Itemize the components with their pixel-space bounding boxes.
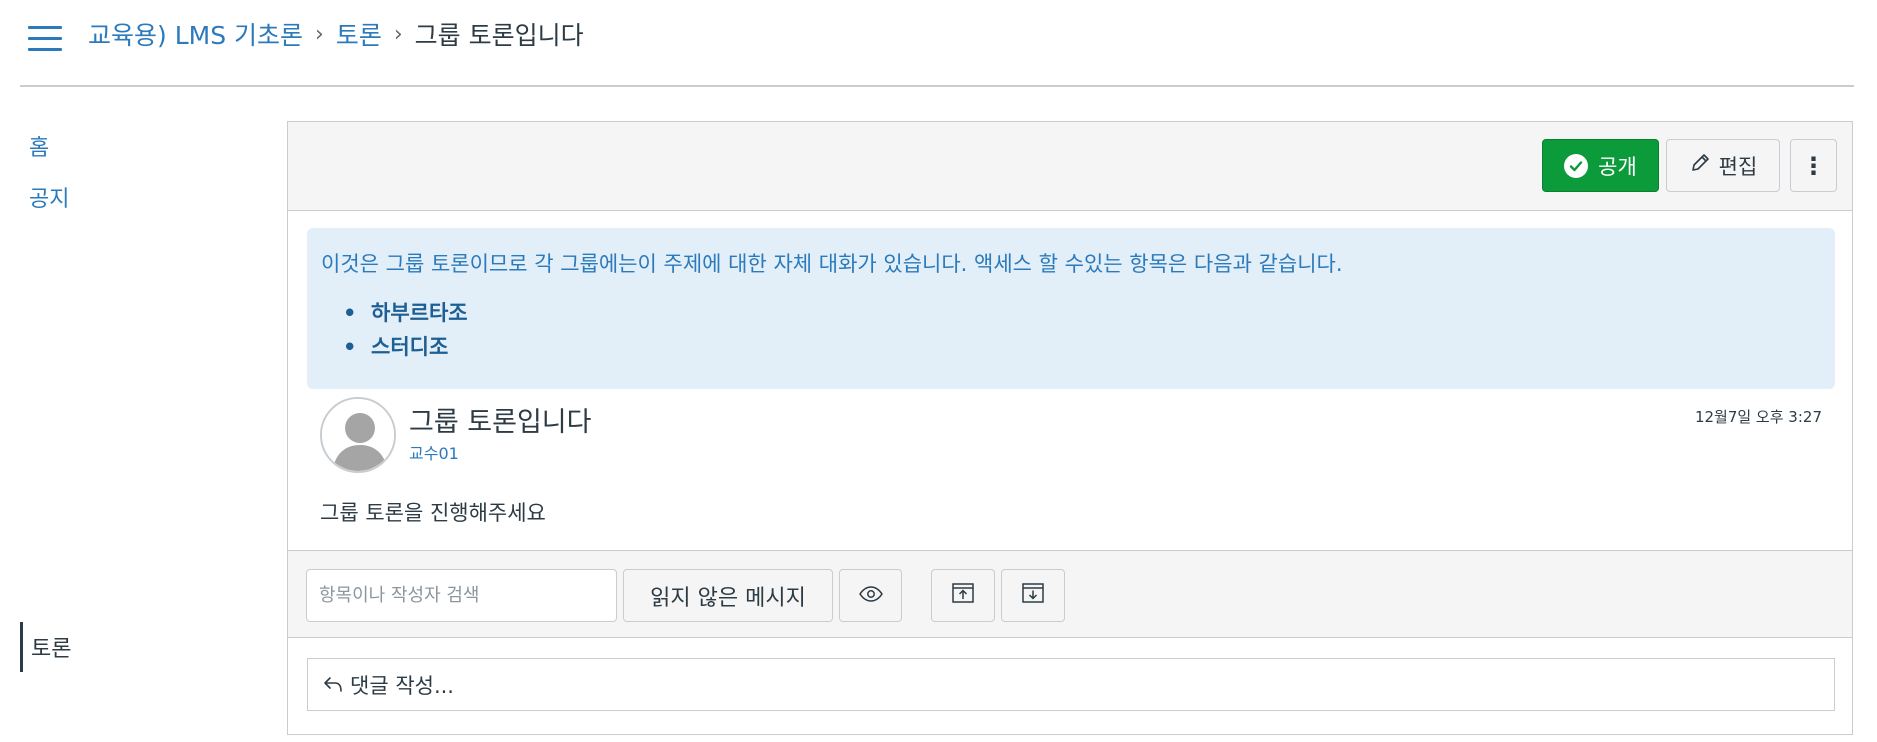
group-list: 하부르타조 스터디조 bbox=[321, 296, 1821, 364]
post-title: 그룹 토론입니다 bbox=[409, 407, 592, 438]
post-date: 12월7일 오후 3:27 bbox=[1694, 408, 1822, 426]
search-entries-input[interactable] bbox=[306, 569, 617, 622]
discussion-toolbar: 공개 편집 ⋮ bbox=[288, 122, 1852, 211]
expand-icon bbox=[1021, 582, 1045, 609]
hamburger-menu-icon[interactable] bbox=[28, 26, 62, 52]
pencil-icon bbox=[1689, 152, 1711, 180]
breadcrumb-separator: › bbox=[393, 21, 403, 47]
group-discussion-info: 이것은 그룹 토론이므로 각 그룹에는이 주제에 대한 자체 대화가 있습니다.… bbox=[307, 228, 1835, 389]
group-link[interactable]: 하부르타조 bbox=[343, 296, 1821, 330]
more-options-button[interactable]: ⋮ bbox=[1790, 139, 1837, 192]
breadcrumb-current: 그룹 토론입니다 bbox=[414, 21, 584, 50]
post-body: 그룹 토론을 진행해주세요 bbox=[320, 501, 546, 525]
edit-button[interactable]: 편집 bbox=[1666, 139, 1780, 192]
collapse-replies-button[interactable] bbox=[931, 569, 995, 622]
group-link[interactable]: 스터디조 bbox=[343, 330, 1821, 364]
breadcrumb-course-link[interactable]: 교육용) LMS 기초론 bbox=[88, 16, 303, 52]
kebab-icon: ⋮ bbox=[1801, 151, 1826, 180]
expand-replies-button[interactable] bbox=[1001, 569, 1065, 622]
publish-label: 공개 bbox=[1598, 154, 1637, 179]
nav-item-discussions-active[interactable]: 토론 bbox=[20, 622, 71, 672]
edit-label: 편집 bbox=[1718, 154, 1758, 179]
unread-filter-button[interactable]: 읽지 않은 메시지 bbox=[623, 569, 833, 622]
discussion-panel: 공개 편집 ⋮ 이것은 그룹 토론이므로 각 그룹에는이 주제에 대한 자체 대… bbox=[287, 121, 1853, 735]
mark-all-read-button[interactable] bbox=[839, 569, 902, 622]
reply-label: 댓글 작성... bbox=[350, 673, 454, 698]
avatar-icon[interactable] bbox=[320, 397, 396, 473]
breadcrumb-separator: › bbox=[315, 21, 324, 47]
collapse-icon bbox=[951, 582, 975, 609]
discussion-filter-bar: 읽지 않은 메시지 bbox=[288, 550, 1852, 638]
nav-item-home[interactable]: 홈 bbox=[29, 130, 49, 162]
nav-item-announcements[interactable]: 공지 bbox=[29, 181, 69, 213]
post-author-link[interactable]: 교수01 bbox=[409, 440, 459, 464]
breadcrumb: 교육용) LMS 기초론 › 토론 › 그룹 토론입니다 bbox=[88, 16, 584, 52]
breadcrumb-discussions-link[interactable]: 토론 bbox=[336, 16, 382, 52]
check-icon bbox=[1564, 153, 1589, 178]
eye-icon bbox=[858, 584, 884, 608]
header: 교육용) LMS 기초론 › 토론 › 그룹 토론입니다 bbox=[20, 0, 1854, 87]
publish-button[interactable]: 공개 bbox=[1542, 139, 1659, 192]
reply-arrow-icon bbox=[322, 675, 344, 695]
write-reply-button[interactable]: 댓글 작성... bbox=[307, 658, 1835, 711]
group-info-text: 이것은 그룹 토론이므로 각 그룹에는이 주제에 대한 자체 대화가 있습니다.… bbox=[321, 252, 1343, 276]
